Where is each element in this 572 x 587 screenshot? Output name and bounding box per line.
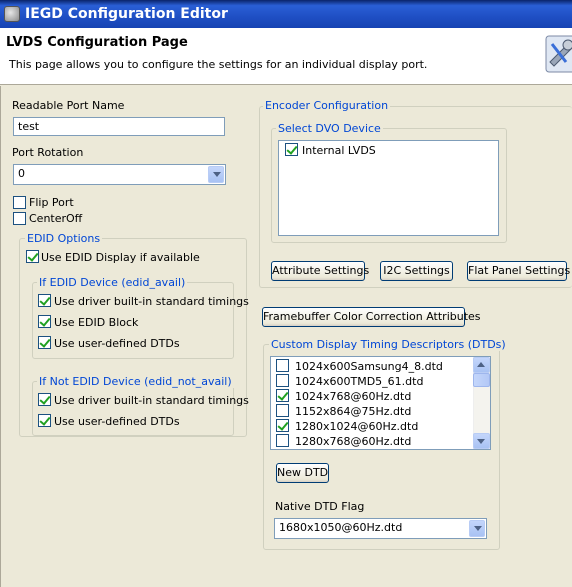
port-rotation-value: 0 bbox=[18, 167, 25, 180]
flat-panel-settings-button[interactable]: Flat Panel Settings bbox=[467, 261, 570, 281]
edid-options-title: EDID Options bbox=[25, 232, 103, 245]
page-header: LVDS Configuration Page This page allows… bbox=[0, 28, 572, 85]
configuration-tools-icon bbox=[545, 35, 572, 73]
edid-block-checkbox[interactable] bbox=[38, 315, 51, 328]
port-name-label: Readable Port Name bbox=[12, 99, 125, 112]
dtd-item-5-checkbox[interactable] bbox=[276, 434, 289, 447]
i2c-settings-button[interactable]: I2C Settings bbox=[380, 261, 453, 281]
internal-lvds-label: Internal LVDS bbox=[302, 144, 376, 157]
no-edid-builtin-timings-label: Use driver built-in standard timings bbox=[54, 394, 249, 407]
scroll-up-icon[interactable] bbox=[473, 357, 490, 373]
use-edid-label: Use EDID Display if available bbox=[41, 251, 200, 264]
dtd-item-4-label: 1280x1024@60Hz.dtd bbox=[295, 420, 419, 433]
dtd-item-2-label: 1024x768@60Hz.dtd bbox=[295, 390, 412, 403]
chevron-down-icon[interactable] bbox=[208, 166, 224, 183]
dtd-item-1-label: 1024x600TMD5_61.dtd bbox=[295, 375, 424, 388]
flip-port-checkbox[interactable] bbox=[13, 196, 26, 209]
dtd-item-3-label: 1152x864@75Hz.dtd bbox=[295, 405, 412, 418]
dtd-item-0-checkbox[interactable] bbox=[276, 359, 289, 372]
flip-port-label: Flip Port bbox=[29, 196, 74, 209]
native-dtd-flag-select[interactable]: 1680x1050@60Hz.dtd bbox=[274, 518, 487, 539]
chevron-down-icon[interactable] bbox=[469, 520, 485, 537]
native-dtd-flag-value: 1680x1050@60Hz.dtd bbox=[279, 521, 403, 534]
new-dtd-button[interactable]: New DTD bbox=[276, 463, 329, 483]
dtd-group-title: Custom Display Timing Descriptors (DTDs) bbox=[269, 338, 508, 351]
dtd-item-0-label: 1024x600Samsung4_8.dtd bbox=[295, 360, 443, 373]
edid-builtin-timings-label: Use driver built-in standard timings bbox=[54, 295, 249, 308]
framebuffer-color-correction-button[interactable]: Framebuffer Color Correction Attributes bbox=[262, 307, 481, 327]
edid-builtin-timings-checkbox[interactable] bbox=[38, 294, 51, 307]
edid-user-dtds-label: Use user-defined DTDs bbox=[54, 337, 180, 350]
dtd-item-4-checkbox[interactable] bbox=[276, 419, 289, 432]
center-off-checkbox[interactable] bbox=[13, 212, 26, 225]
app-icon bbox=[4, 6, 20, 22]
center-off-label: CenterOff bbox=[29, 212, 83, 225]
no-edid-builtin-timings-checkbox[interactable] bbox=[38, 393, 51, 406]
dvo-device-title: Select DVO Device bbox=[276, 122, 383, 135]
dtd-item-1-checkbox[interactable] bbox=[276, 374, 289, 387]
attribute-settings-button[interactable]: Attribute Settings bbox=[271, 261, 369, 281]
window-title: IEGD Configuration Editor bbox=[25, 6, 228, 22]
internal-lvds-checkbox[interactable] bbox=[285, 143, 298, 156]
dtd-item-2-checkbox[interactable] bbox=[276, 389, 289, 402]
no-edid-user-dtds-label: Use user-defined DTDs bbox=[54, 415, 180, 428]
dtd-item-5-label: 1280x768@60Hz.dtd bbox=[295, 435, 412, 448]
port-rotation-label: Port Rotation bbox=[12, 146, 84, 159]
page-title: LVDS Configuration Page bbox=[6, 35, 188, 50]
scroll-thumb[interactable] bbox=[473, 373, 490, 387]
if-edid-title: If EDID Device (edid_avail) bbox=[37, 276, 188, 289]
edid-block-label: Use EDID Block bbox=[54, 316, 139, 329]
no-edid-user-dtds-checkbox[interactable] bbox=[38, 414, 51, 427]
page-description: This page allows you to configure the se… bbox=[9, 58, 428, 71]
port-rotation-select[interactable]: 0 bbox=[13, 164, 226, 185]
use-edid-checkbox[interactable] bbox=[26, 250, 39, 263]
title-bar: IEGD Configuration Editor bbox=[0, 0, 572, 28]
native-dtd-flag-label: Native DTD Flag bbox=[275, 500, 365, 513]
if-not-edid-title: If Not EDID Device (edid_not_avail) bbox=[37, 375, 234, 388]
dtd-item-3-checkbox[interactable] bbox=[276, 404, 289, 417]
edid-user-dtds-checkbox[interactable] bbox=[38, 336, 51, 349]
encoder-config-title: Encoder Configuration bbox=[263, 99, 391, 112]
scroll-down-icon[interactable] bbox=[473, 433, 490, 449]
port-name-input[interactable]: test bbox=[13, 117, 225, 136]
